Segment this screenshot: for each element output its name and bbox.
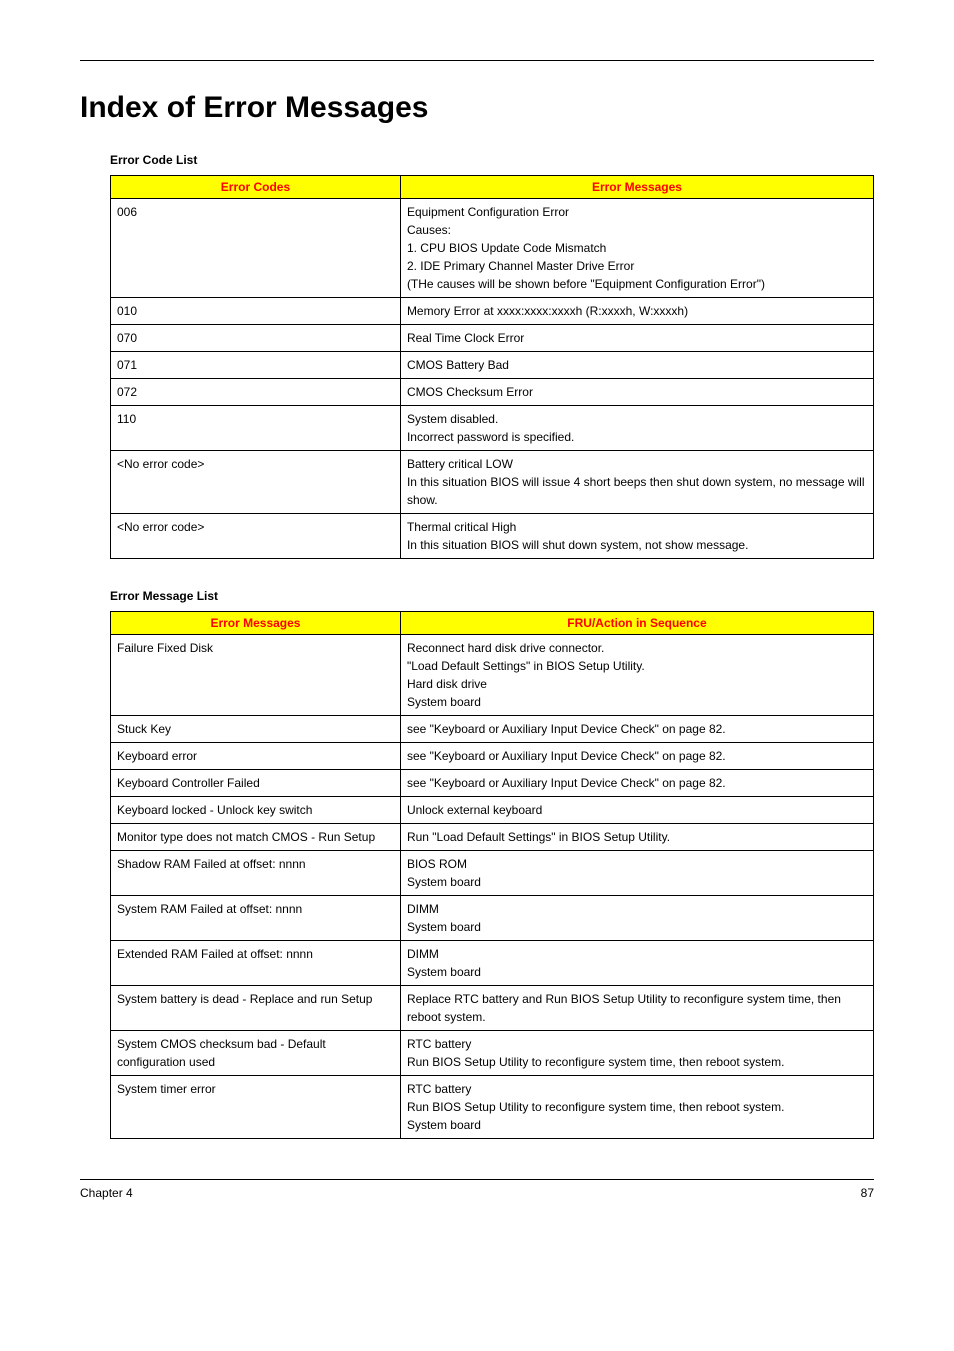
table-row: 110System disabled.Incorrect password is… [111,406,874,451]
error-message-cell: Keyboard locked - Unlock key switch [111,797,401,824]
error-message-cell: Failure Fixed Disk [111,635,401,716]
th-error-codes: Error Codes [111,176,401,199]
fru-action-cell: see "Keyboard or Auxiliary Input Device … [400,716,873,743]
error-message-cell: System RAM Failed at offset: nnnn [111,896,401,941]
table-row: 070Real Time Clock Error [111,325,874,352]
table-row: 010Memory Error at xxxx:xxxx:xxxxh (R:xx… [111,298,874,325]
error-code-cell: 110 [111,406,401,451]
error-code-cell: 010 [111,298,401,325]
page-title: Index of Error Messages [80,91,874,125]
error-message-cell: CMOS Checksum Error [400,379,873,406]
fru-action-cell: RTC batteryRun BIOS Setup Utility to rec… [400,1031,873,1076]
error-message-cell: Keyboard error [111,743,401,770]
error-message-cell: System battery is dead - Replace and run… [111,986,401,1031]
error-message-cell: System CMOS checksum bad - Default confi… [111,1031,401,1076]
table-row: <No error code>Battery critical LOWIn th… [111,451,874,514]
fru-action-cell: RTC batteryRun BIOS Setup Utility to rec… [400,1076,873,1139]
error-message-cell: Equipment Configuration ErrorCauses:1. C… [400,199,873,298]
th-error-messages-2: Error Messages [111,612,401,635]
table-row: Stuck Keysee "Keyboard or Auxiliary Inpu… [111,716,874,743]
fru-action-cell: DIMMSystem board [400,941,873,986]
error-code-cell: 006 [111,199,401,298]
error-code-table: Error Codes Error Messages 006Equipment … [110,175,874,559]
error-message-cell: Keyboard Controller Failed [111,770,401,797]
fru-action-cell: see "Keyboard or Auxiliary Input Device … [400,770,873,797]
top-rule [80,60,874,61]
error-message-table: Error Messages FRU/Action in Sequence Fa… [110,611,874,1139]
table-row: Keyboard errorsee "Keyboard or Auxiliary… [111,743,874,770]
error-message-cell: Extended RAM Failed at offset: nnnn [111,941,401,986]
error-message-cell: Real Time Clock Error [400,325,873,352]
table-row: Monitor type does not match CMOS - Run S… [111,824,874,851]
fru-action-cell: Run "Load Default Settings" in BIOS Setu… [400,824,873,851]
fru-action-cell: Reconnect hard disk drive connector."Loa… [400,635,873,716]
footer-page-number: 87 [861,1186,874,1200]
table-row: System battery is dead - Replace and run… [111,986,874,1031]
table-row: System RAM Failed at offset: nnnnDIMMSys… [111,896,874,941]
table-row: System CMOS checksum bad - Default confi… [111,1031,874,1076]
error-code-cell: <No error code> [111,514,401,559]
table-row: Keyboard locked - Unlock key switchUnloc… [111,797,874,824]
footer-chapter: Chapter 4 [80,1186,133,1200]
table-row: <No error code>Thermal critical HighIn t… [111,514,874,559]
error-message-cell: Monitor type does not match CMOS - Run S… [111,824,401,851]
error-message-cell: Thermal critical HighIn this situation B… [400,514,873,559]
table-row: Extended RAM Failed at offset: nnnnDIMMS… [111,941,874,986]
table-row: System timer errorRTC batteryRun BIOS Se… [111,1076,874,1139]
table-row: Shadow RAM Failed at offset: nnnnBIOS RO… [111,851,874,896]
error-code-cell: 072 [111,379,401,406]
th-fru-action: FRU/Action in Sequence [400,612,873,635]
fru-action-cell: BIOS ROMSystem board [400,851,873,896]
fru-action-cell: Replace RTC battery and Run BIOS Setup U… [400,986,873,1031]
th-error-messages: Error Messages [400,176,873,199]
table-row: 006Equipment Configuration ErrorCauses:1… [111,199,874,298]
fru-action-cell: see "Keyboard or Auxiliary Input Device … [400,743,873,770]
fru-action-cell: DIMMSystem board [400,896,873,941]
error-code-list-title: Error Code List [110,153,874,167]
table-row: Failure Fixed DiskReconnect hard disk dr… [111,635,874,716]
table-row: 072CMOS Checksum Error [111,379,874,406]
error-message-cell: CMOS Battery Bad [400,352,873,379]
error-message-list-title: Error Message List [110,589,874,603]
page-footer: Chapter 4 87 [80,1179,874,1200]
table-row: 071CMOS Battery Bad [111,352,874,379]
error-code-cell: 071 [111,352,401,379]
error-message-cell: Battery critical LOWIn this situation BI… [400,451,873,514]
error-code-cell: 070 [111,325,401,352]
table-row: Keyboard Controller Failedsee "Keyboard … [111,770,874,797]
error-message-cell: System timer error [111,1076,401,1139]
error-message-cell: Memory Error at xxxx:xxxx:xxxxh (R:xxxxh… [400,298,873,325]
fru-action-cell: Unlock external keyboard [400,797,873,824]
error-message-cell: Stuck Key [111,716,401,743]
error-code-cell: <No error code> [111,451,401,514]
error-message-cell: Shadow RAM Failed at offset: nnnn [111,851,401,896]
error-message-cell: System disabled.Incorrect password is sp… [400,406,873,451]
